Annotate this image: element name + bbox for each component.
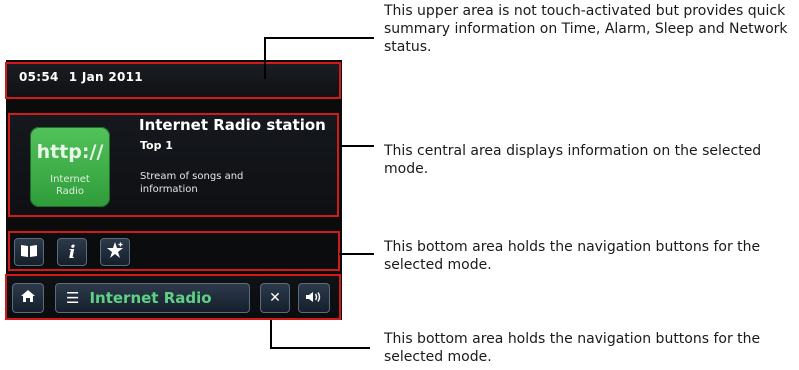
internet-radio-icon[interactable]: http:// Internet Radio (30, 127, 110, 207)
callout-line-bottom-vertical (270, 320, 272, 348)
favorites-button[interactable] (14, 238, 44, 266)
book-icon (20, 243, 38, 262)
home-button[interactable] (12, 283, 44, 313)
status-summary: 05:54 1 Jan 2011 (19, 70, 153, 84)
home-icon (20, 288, 36, 308)
callout-line-bottom-horizontal (270, 347, 370, 349)
callout-center-text: This central area displays information o… (384, 143, 762, 177)
callout-nav-text: This bottom area holds the navigation bu… (384, 239, 761, 273)
callout-line-top-vertical (264, 37, 266, 79)
mode-label: Internet Radio (89, 289, 212, 307)
mode-info-area: http:// Internet Radio Internet Radio st… (8, 113, 339, 217)
close-button[interactable]: ✕ (260, 283, 290, 313)
station-title: Internet Radio station (139, 116, 326, 134)
station-description: Stream of songs and information (140, 171, 244, 195)
volume-button[interactable] (298, 283, 330, 313)
icon-main-text: http:// (36, 141, 104, 163)
callout-line-nav (339, 253, 374, 255)
close-icon: ✕ (269, 290, 281, 306)
status-date: 1 Jan 2011 (68, 70, 143, 84)
info-icon: i (68, 241, 76, 263)
add-preset-button[interactable] (100, 238, 130, 266)
status-time: 05:54 (19, 70, 59, 84)
status-bar: 05:54 1 Jan 2011 (5, 62, 341, 99)
callout-line-center (339, 145, 374, 147)
bottom-navigation-bar: ☰ Internet Radio ✕ (5, 274, 341, 320)
menu-icon: ☰ (66, 289, 80, 307)
icon-sub-text: Internet Radio (50, 174, 90, 197)
mode-navigation-bar: i (8, 231, 340, 271)
mode-selector-button[interactable]: ☰ Internet Radio (55, 283, 250, 313)
callout-line-top-horizontal (264, 37, 374, 39)
info-button[interactable]: i (57, 238, 87, 266)
callout-bottom-text: This bottom area holds the navigation bu… (384, 331, 761, 365)
station-subtitle: Top 1 (140, 139, 173, 152)
callout-top-text: This upper area is not touch-activated b… (384, 3, 788, 55)
star-icon (106, 241, 124, 263)
volume-icon (305, 289, 323, 308)
